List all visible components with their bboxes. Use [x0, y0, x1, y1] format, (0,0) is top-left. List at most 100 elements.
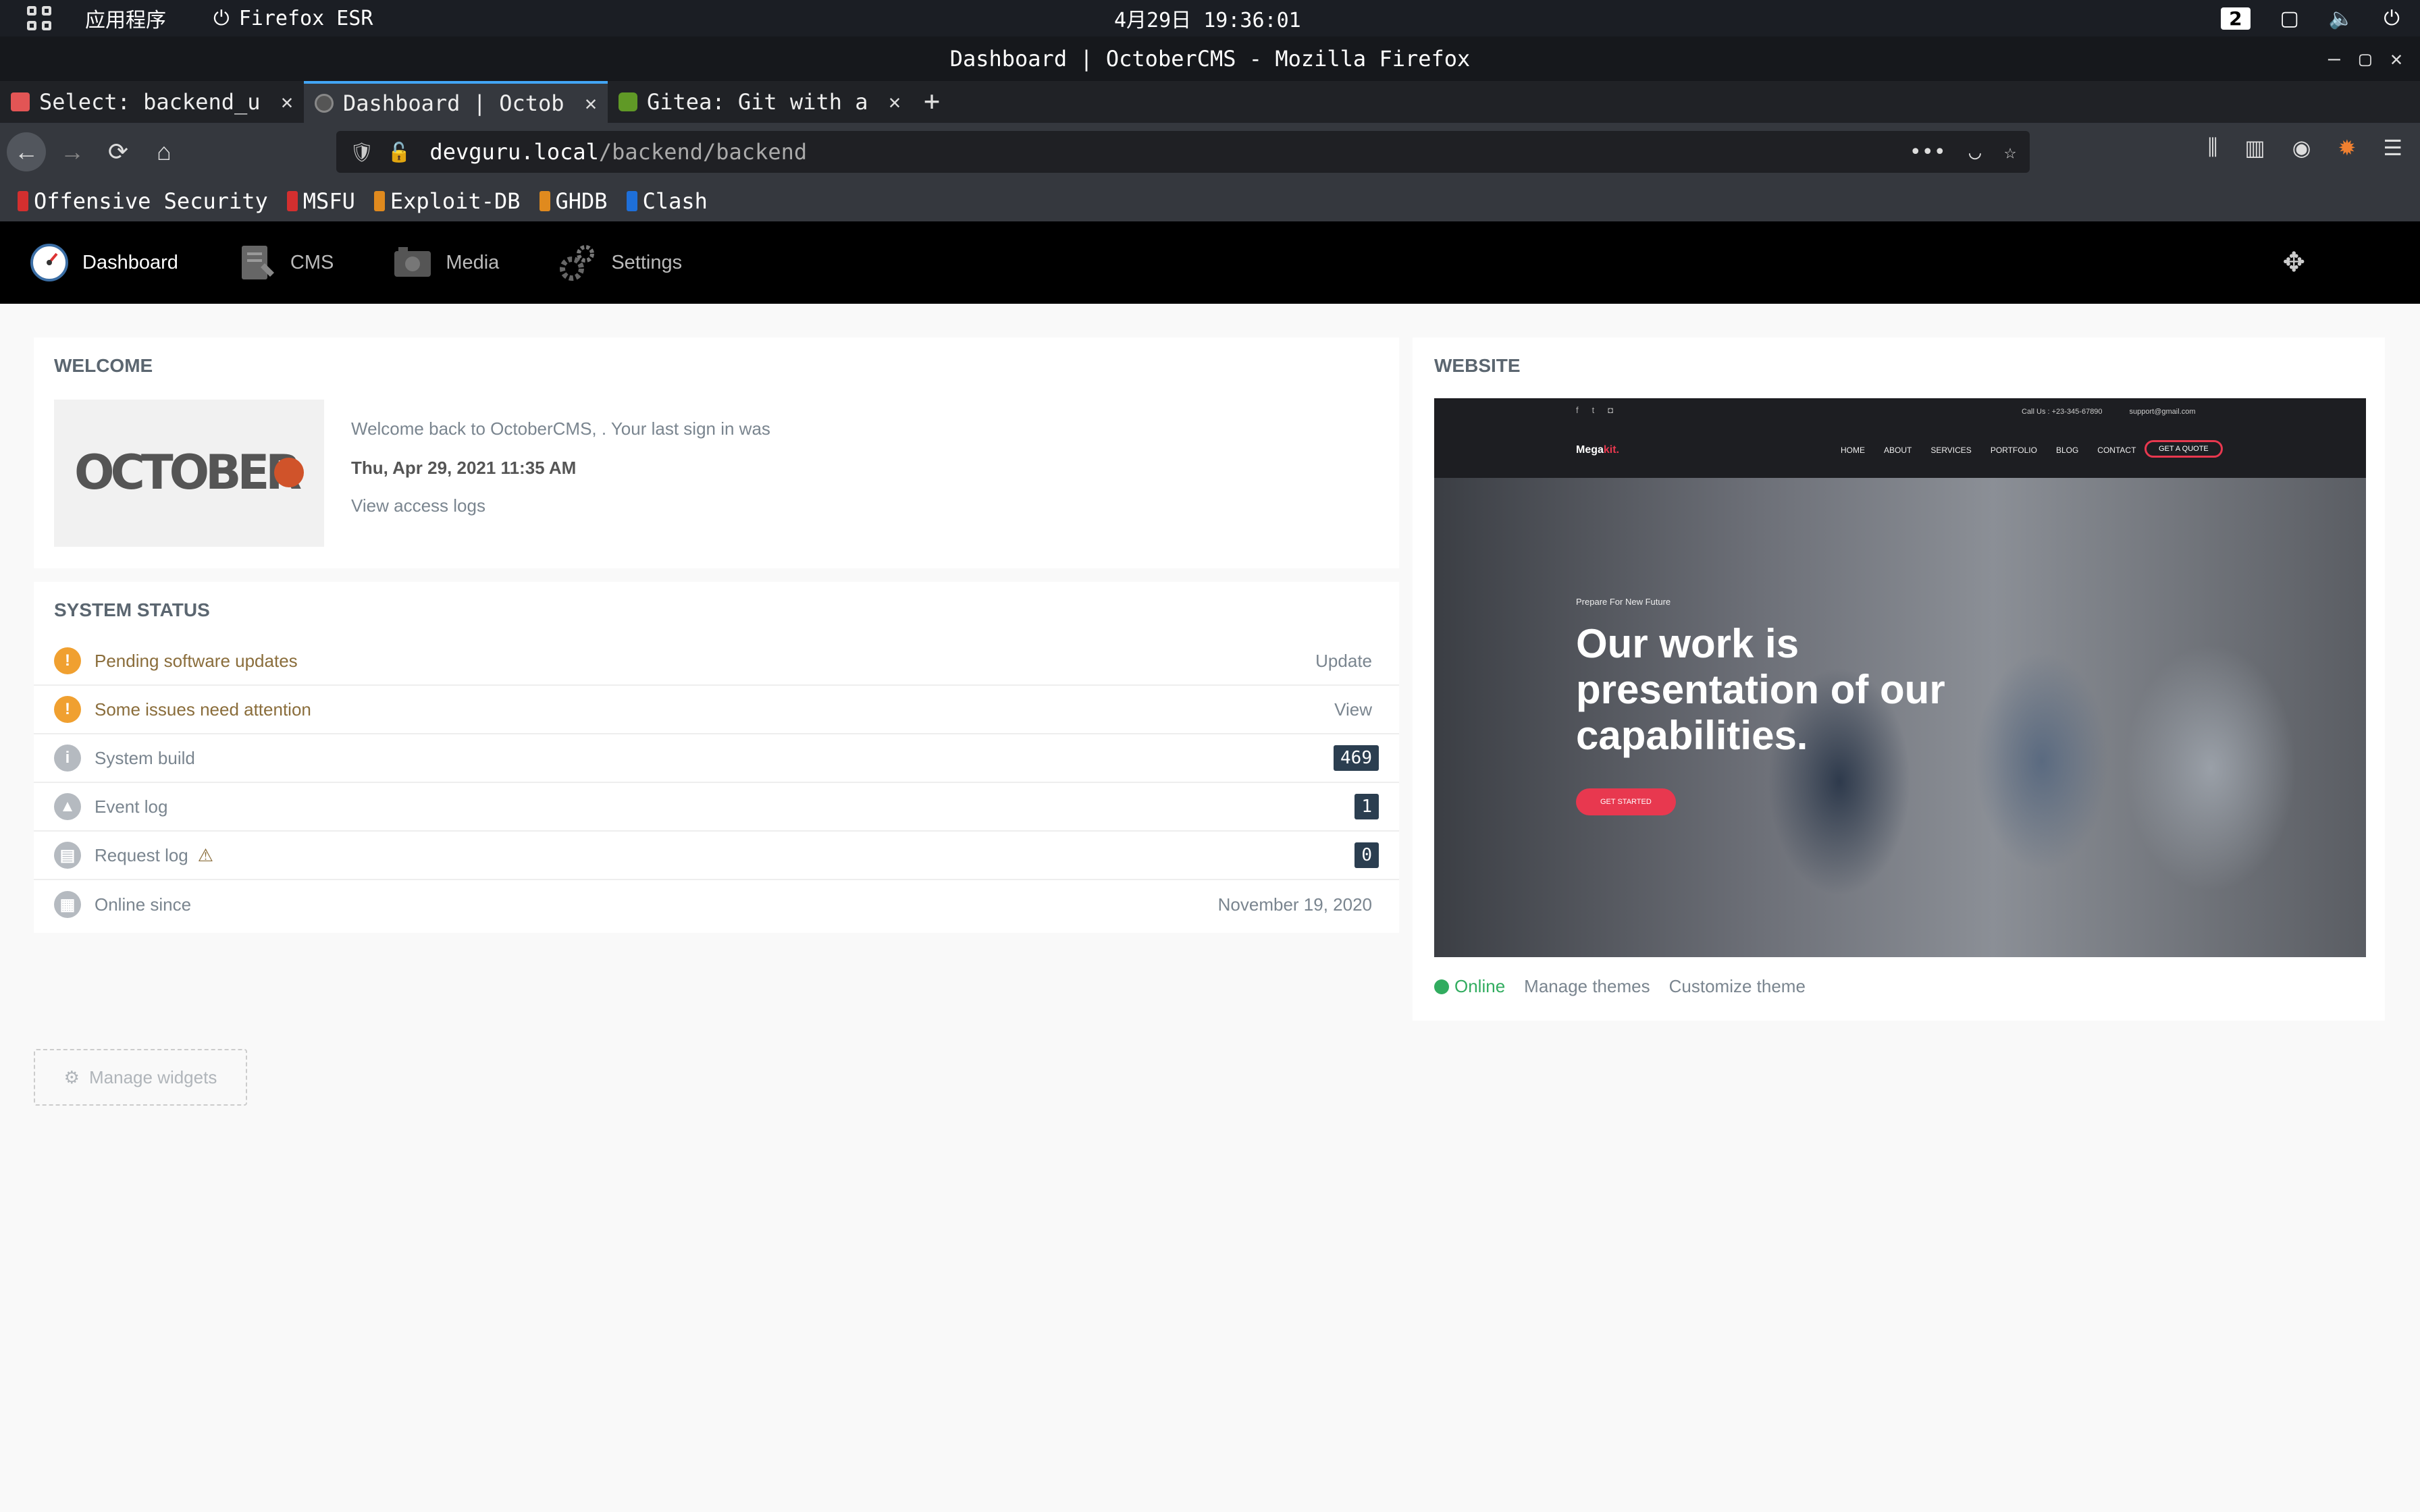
manage-themes-link[interactable]: Manage themes	[1524, 976, 1650, 997]
build-badge: 469	[1334, 745, 1379, 771]
reload-button[interactable]: ⟳	[99, 132, 138, 171]
bookmark-label: GHDB	[555, 188, 608, 214]
bookmark-icon	[286, 191, 298, 211]
volume-icon[interactable]: 🔈	[2329, 7, 2354, 30]
firefox-app-label: Firefox ESR	[238, 6, 373, 30]
forward-button[interactable]: →	[53, 132, 92, 171]
account-icon[interactable]: ◉	[2292, 135, 2311, 161]
library-icon[interactable]: ⫼	[2208, 135, 2218, 161]
warning-triangle-icon: ⚠	[197, 844, 214, 865]
extension-icon[interactable]: ✹	[2338, 135, 2357, 161]
status-row-event-log[interactable]: ▲ Event log 1	[34, 783, 1399, 832]
bookmarks-toolbar: Offensive Security MSFU Exploit-DB GHDB …	[0, 181, 2420, 221]
manage-widgets-label: Manage widgets	[88, 1066, 217, 1087]
navigation-toolbar: ← → ⟳ ⌂ 🛡 🔓 devguru.local/backend/backen…	[0, 123, 2420, 181]
window-titlebar: Dashboard | OctoberCMS - Mozilla Firefox…	[0, 36, 2420, 81]
status-row-request-log[interactable]: ▤ Request log ⚠ 0	[34, 832, 1399, 880]
maximize-icon[interactable]: ▢	[2359, 47, 2371, 71]
customize-theme-link[interactable]: Customize theme	[1669, 976, 1806, 997]
website-title: WEBSITE	[1434, 355, 1521, 376]
bookmark-msfu[interactable]: MSFU	[286, 188, 355, 214]
hamburger-menu-icon[interactable]: ☰	[2383, 135, 2402, 161]
status-label: Event log	[95, 796, 168, 817]
october-logo: OCTOBER	[54, 400, 324, 547]
close-tab-icon[interactable]: ✕	[585, 92, 597, 115]
new-tab-button[interactable]: +	[912, 81, 952, 123]
manage-widgets-button[interactable]: ⚙ Manage widgets	[34, 1049, 247, 1106]
system-tray: 2 ▢ 🔈 ⏻	[2221, 7, 2400, 30]
power-menu-icon[interactable]: ⏻	[2384, 7, 2400, 30]
window-icon[interactable]: ▢	[2280, 7, 2299, 30]
bookmark-icon	[626, 191, 637, 211]
bookmark-label: Clash	[642, 188, 708, 214]
nav-label: Dashboard	[82, 251, 178, 273]
firefox-app-indicator[interactable]: ⏻ Firefox ESR	[213, 7, 373, 30]
status-row-online-since: ▦ Online since November 19, 2020	[34, 880, 1399, 929]
tab-select-backend[interactable]: Select: backend_u ✕	[0, 81, 304, 123]
phpmyadmin-favicon-icon	[11, 92, 30, 111]
view-link[interactable]: View	[1334, 699, 1372, 720]
warning-icon: !	[54, 647, 81, 674]
bookmark-offensive-security[interactable]: Offensive Security	[18, 188, 268, 214]
online-since-date: November 19, 2020	[1217, 894, 1372, 915]
close-tab-icon[interactable]: ✕	[281, 90, 293, 114]
page-actions-icon[interactable]: •••	[1910, 140, 1946, 164]
home-button[interactable]: ⌂	[144, 132, 184, 171]
website-preview[interactable]: f t ◘ Call Us : +23-345-67890 support@gmai…	[1434, 398, 2366, 957]
close-tab-icon[interactable]: ✕	[889, 90, 901, 114]
preview-headline: Our work is presentation of our capabili…	[1576, 621, 1945, 758]
welcome-message: Welcome back to OctoberCMS, . Your last …	[351, 418, 770, 439]
status-row-issues[interactable]: ! Some issues need attention View	[34, 686, 1399, 734]
workspace-indicator[interactable]: 2	[2221, 7, 2251, 30]
facebook-icon: f	[1576, 405, 1579, 415]
nav-dashboard[interactable]: Dashboard	[30, 243, 178, 282]
bookmark-clash[interactable]: Clash	[626, 188, 708, 214]
clock[interactable]: 4月29日 19:36:01	[1114, 3, 1301, 33]
media-icon	[393, 243, 432, 282]
request-log-badge: 0	[1354, 842, 1379, 868]
bookmark-label: Exploit-DB	[390, 188, 521, 214]
tab-label: Dashboard | Octob	[343, 90, 564, 116]
sidebar-icon[interactable]: ▥	[2244, 135, 2265, 161]
settings-icon	[558, 243, 598, 282]
tab-label: Gitea: Git with a	[647, 89, 868, 115]
update-link[interactable]: Update	[1315, 651, 1372, 672]
status-label: Pending software updates	[95, 650, 298, 671]
apps-grid-icon[interactable]	[27, 6, 51, 30]
shield-icon[interactable]: 🛡	[350, 141, 374, 163]
nav-label: Media	[446, 251, 500, 273]
website-footer: Online Manage themes Customize theme	[1434, 976, 1806, 997]
welcome-widget: WELCOME OCTOBER Welcome back to OctoberC…	[34, 338, 1399, 568]
tab-gitea[interactable]: Gitea: Git with a ✕	[608, 81, 912, 123]
dashboard-icon	[30, 243, 69, 282]
alert-triangle-icon: ▲	[54, 793, 81, 820]
event-log-badge: 1	[1354, 794, 1379, 819]
nav-cms[interactable]: CMS	[238, 243, 334, 282]
close-window-icon[interactable]: ✕	[2390, 47, 2402, 71]
preview-email: support@gmail.com	[2129, 408, 2196, 416]
bookmark-star-icon[interactable]: ☆	[2004, 140, 2016, 164]
twitter-icon: t	[1592, 405, 1595, 415]
apps-menu[interactable]: 应用程序	[85, 3, 166, 33]
toolbar-right: ⫼ ▥ ◉ ✹ ☰	[2208, 135, 2402, 161]
logo-text: OCTOBER	[74, 445, 301, 500]
status-row-pending-updates[interactable]: ! Pending software updates Update	[34, 637, 1399, 686]
status-label: System build	[95, 747, 195, 768]
back-button[interactable]: ←	[7, 132, 46, 171]
pocket-icon[interactable]: ◡	[1969, 140, 1981, 164]
document-icon: ▤	[54, 842, 81, 869]
bookmark-icon	[18, 191, 28, 211]
nav-media[interactable]: Media	[393, 243, 499, 282]
minimize-icon[interactable]: –	[2328, 47, 2340, 71]
move-icon[interactable]: ✥	[2282, 247, 2305, 278]
view-access-logs-link[interactable]: View access logs	[351, 495, 485, 516]
bookmark-label: Offensive Security	[34, 188, 268, 214]
bookmark-exploit-db[interactable]: Exploit-DB	[373, 188, 521, 214]
bookmark-ghdb[interactable]: GHDB	[539, 188, 608, 214]
url-bar[interactable]: 🛡 🔓 devguru.local/backend/backend ••• ◡ …	[336, 131, 2030, 173]
insecure-lock-icon[interactable]: 🔓	[388, 141, 411, 163]
system-status-widget: SYSTEM STATUS ! Pending software updates…	[34, 582, 1399, 933]
bookmark-icon	[373, 191, 385, 211]
nav-settings[interactable]: Settings	[558, 243, 682, 282]
tab-dashboard[interactable]: Dashboard | Octob ✕	[304, 81, 608, 123]
